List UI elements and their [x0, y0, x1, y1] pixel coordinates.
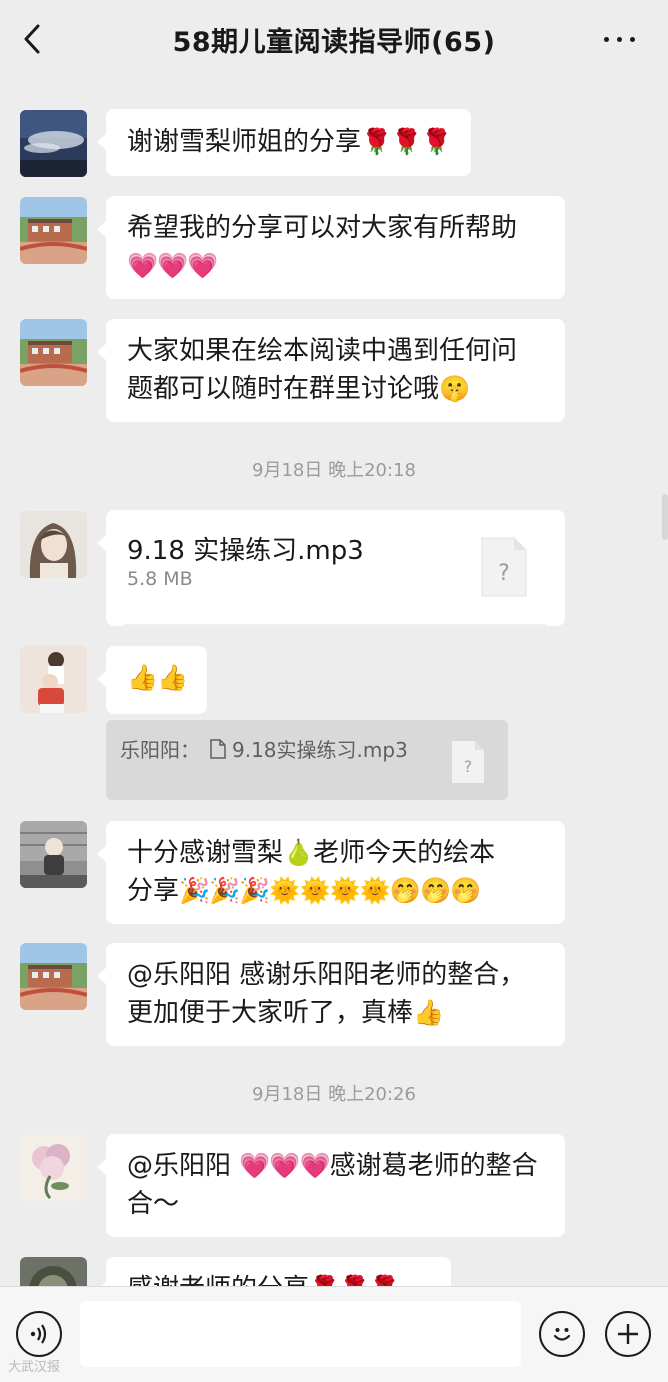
quoted-message[interactable]: 乐阳阳： 9.18实操练习.mp3 ?: [106, 720, 508, 800]
divider: [124, 624, 547, 626]
file-name: 9.18 实操练习.mp3: [127, 536, 364, 566]
avatar[interactable]: [20, 197, 87, 264]
avatar[interactable]: [20, 646, 87, 713]
message-text: 大家如果在绘本阅读中遇到任何问: [127, 336, 518, 366]
watermark: 大武汉报: [8, 1360, 61, 1375]
shush-emoji: 🤫: [439, 374, 470, 403]
message-bubble[interactable]: 感谢老师的分享🌹🌹🌹: [97, 1257, 451, 1286]
document-icon: [210, 738, 226, 759]
timestamp: 9月18日 晚上20:18: [252, 460, 416, 481]
file-icon-glyph: ?: [464, 757, 473, 776]
plus-button[interactable]: [605, 1311, 651, 1357]
avatar[interactable]: [20, 511, 87, 578]
smiley-icon: [553, 1328, 571, 1341]
message-bubble[interactable]: 👍👍: [96, 646, 208, 714]
emoji-button[interactable]: [539, 1311, 585, 1357]
celebration-emoji: 🎉🎉🎉🌞🌞🌞🌞🤭🤭🤭: [179, 876, 481, 905]
message-text: 更加便于大家听了，真棒: [127, 998, 414, 1028]
file-message-card[interactable]: 9.18 实操练习.mp3 5.8 MB ?: [97, 510, 565, 626]
message-text: @乐阳阳 感谢乐阳阳老师的整合，: [127, 960, 526, 990]
voice-input-button[interactable]: [16, 1311, 62, 1357]
message-bubble[interactable]: @乐阳阳 💗💗💗感谢葛老师的整合 合～: [97, 1134, 565, 1237]
heart-emoji: 💗💗💗: [239, 1151, 330, 1180]
heart-emoji: 💗💗💗: [127, 251, 218, 280]
rose-emoji: 🌹🌹🌹: [309, 1274, 400, 1286]
message-input[interactable]: [80, 1301, 521, 1367]
message-text: 希望我的分享可以对大家有所帮助: [127, 213, 518, 243]
message-bubble[interactable]: 十分感谢雪梨🍐老师今天的绘本 分享🎉🎉🎉🌞🌞🌞🌞🤭🤭🤭: [97, 821, 565, 924]
message-text: 十分感谢雪梨: [127, 838, 284, 868]
avatar[interactable]: [20, 1134, 87, 1201]
chat-header: 58期儿童阅读指导师(65): [0, 0, 668, 78]
message-bubble[interactable]: 谢谢雪梨师姐的分享🌹🌹🌹: [96, 109, 472, 176]
message-text: 题都可以随时在群里讨论哦: [127, 374, 440, 404]
message-text: 合～: [127, 1189, 180, 1219]
thumbs-up-emoji: 👍👍: [127, 663, 188, 692]
message-bubble[interactable]: @乐阳阳 感谢乐阳阳老师的整合， 更加便于大家听了，真棒👍: [97, 943, 565, 1046]
thumbs-up-emoji: 👍: [413, 998, 444, 1027]
message-text: 老师今天的绘本: [313, 838, 496, 868]
avatar[interactable]: [20, 821, 87, 888]
pear-emoji: 🍐: [283, 838, 314, 867]
message-bubble[interactable]: 希望我的分享可以对大家有所帮助 💗💗💗: [97, 196, 565, 299]
avatar[interactable]: [20, 319, 87, 386]
input-bar: [0, 1286, 668, 1382]
avatar[interactable]: [20, 110, 87, 177]
unknown-file-icon: ?: [451, 740, 485, 784]
voice-icon: [30, 1324, 47, 1344]
file-size: 5.8 MB: [127, 568, 193, 590]
timestamp: 9月18日 晚上20:26: [252, 1084, 416, 1105]
message-bubble[interactable]: 大家如果在绘本阅读中遇到任何问 题都可以随时在群里讨论哦🤫: [97, 319, 565, 422]
chat-title: 58期儿童阅读指导师(65): [172, 26, 496, 58]
rose-emoji: 🌹🌹🌹: [361, 127, 452, 156]
file-icon-glyph: ?: [498, 561, 510, 586]
message-text: 谢谢雪梨师姐的分享: [127, 127, 362, 157]
unknown-file-icon: ?: [480, 536, 528, 598]
back-icon[interactable]: [18, 20, 48, 58]
message-text: 感谢老师的分享: [127, 1274, 309, 1286]
message-list[interactable]: 谢谢雪梨师姐的分享🌹🌹🌹 希望我的分享可以对大家有所帮助 💗💗💗 大家如果在绘本…: [0, 78, 668, 1286]
more-options-icon[interactable]: [600, 24, 640, 54]
plus-icon: [618, 1324, 638, 1344]
scrollbar[interactable]: [662, 494, 668, 540]
avatar[interactable]: [20, 1257, 87, 1286]
avatar[interactable]: [20, 943, 87, 1010]
message-text: 感谢葛老师的整合: [329, 1151, 538, 1181]
quote-file-name: 9.18实操练习.mp3: [232, 738, 408, 762]
message-text: @乐阳阳: [127, 1151, 240, 1181]
message-text: 分享: [127, 876, 180, 906]
quote-sender: 乐阳阳：: [120, 738, 200, 762]
